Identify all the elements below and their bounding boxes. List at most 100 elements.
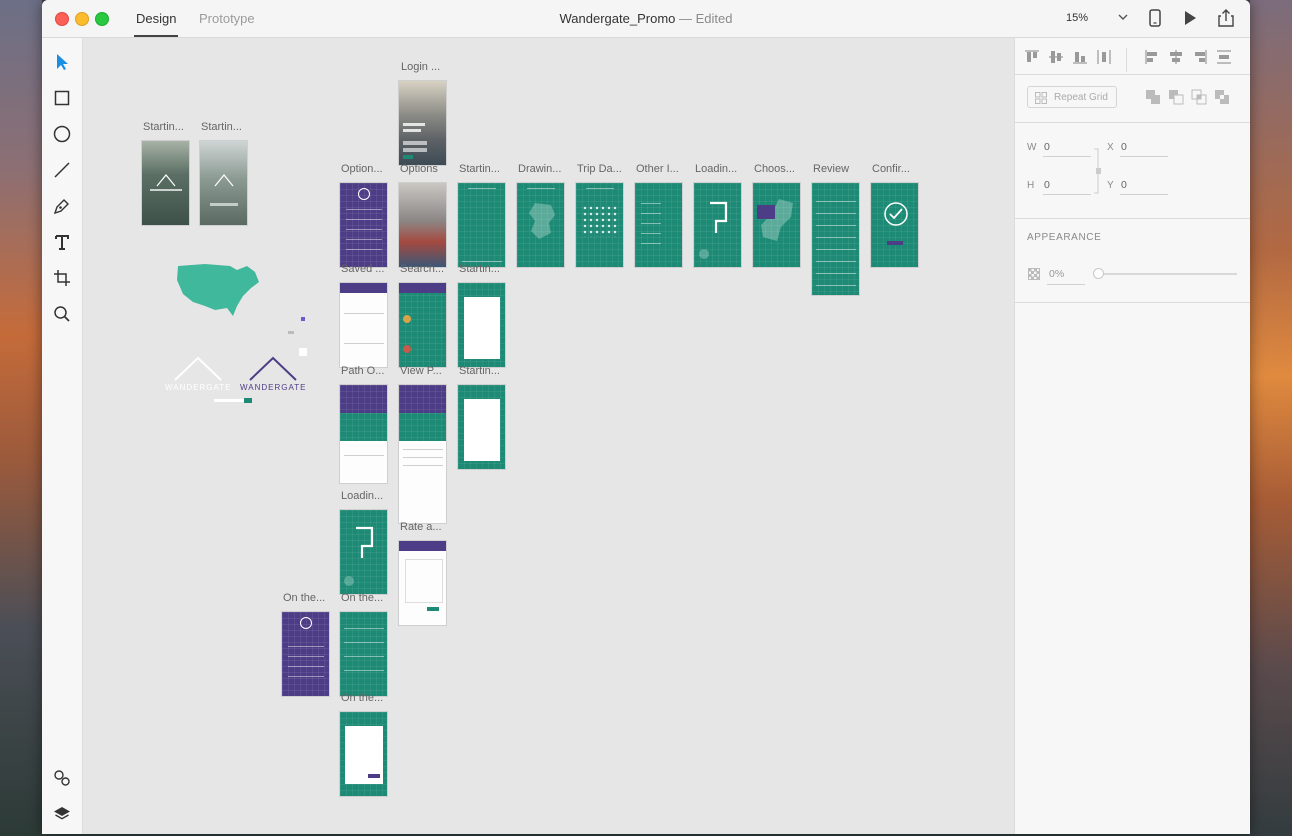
lock-aspect-icon[interactable] [1094,148,1102,199]
artboard-label[interactable]: Rate a... [400,521,442,533]
boolean-subtract-icon[interactable] [1168,89,1184,110]
pen-icon[interactable] [50,194,74,218]
logo-wordmark-purple[interactable]: WANDERGATE [240,383,306,392]
align-top-icon[interactable] [1023,48,1041,71]
x-label: X [1107,142,1114,153]
island-decoration[interactable] [288,331,294,334]
artboard-rate-app[interactable] [398,540,447,626]
opacity-slider[interactable] [1097,273,1237,275]
artboard-starting-list[interactable] [457,282,506,368]
align-bottom-icon[interactable] [1071,48,1089,71]
x-field[interactable]: 0 [1121,141,1127,153]
width-field-underline [1043,156,1091,157]
zoom-level[interactable]: 15% [1066,12,1088,24]
artboard-icon[interactable] [50,266,74,290]
slider-graphic[interactable] [214,399,244,402]
distribute-horizontal-icon[interactable] [1215,48,1233,71]
artboard-on-the-go-menu[interactable] [281,611,330,697]
tool-bar [42,38,83,834]
opacity-field[interactable]: 0% [1049,268,1064,280]
artboard-drawing-path[interactable] [516,182,565,268]
artboard-label[interactable]: Search... [400,263,444,275]
artboard-starting-list-2[interactable] [457,384,506,470]
artboard-starting-photo[interactable] [199,140,248,226]
artboard-label[interactable]: Startin... [201,121,242,133]
boolean-exclude-icon[interactable] [1214,89,1230,110]
artboard-label[interactable]: Option... [341,163,383,175]
y-field[interactable]: 0 [1121,179,1127,191]
symbols-icon[interactable] [50,766,74,790]
artboard-label[interactable]: Startin... [143,121,184,133]
sparkle-decoration[interactable] [301,317,305,321]
opacity-slider-thumb[interactable] [1093,268,1104,279]
artboard-label[interactable]: Login ... [401,61,440,73]
repeat-grid-label: Repeat Grid [1054,92,1108,103]
width-field[interactable]: 0 [1044,141,1050,153]
design-canvas[interactable]: Login ... Startin... Startin... Option..… [83,38,1014,834]
artboard-label[interactable]: View P... [400,365,442,377]
artboard-label[interactable]: Options [400,163,438,175]
share-icon[interactable] [1217,8,1235,33]
height-label: H [1027,180,1035,191]
artboard-label[interactable]: Confir... [872,163,910,175]
logo-wordmark-white[interactable]: WANDERGATE [165,383,231,392]
artboard-label[interactable]: Trip Da... [577,163,622,175]
artboard-login[interactable] [398,80,447,166]
artboard-on-the-go-destinations[interactable] [339,611,388,697]
repeat-grid-button[interactable]: Repeat Grid [1027,86,1117,108]
artboard-label[interactable]: Startin... [459,365,500,377]
boolean-add-icon[interactable] [1145,89,1161,110]
align-right-icon[interactable] [1191,48,1209,71]
play-preview-icon[interactable] [1183,10,1197,31]
boolean-intersect-icon[interactable] [1191,89,1207,110]
artboard-path-overview[interactable] [339,384,388,484]
artboard-confirmation[interactable] [870,182,919,268]
zoom-icon[interactable] [50,302,74,326]
artboard-label[interactable]: Saved ... [341,263,384,275]
align-center-icon[interactable] [1167,48,1185,71]
distribute-vertical-icon[interactable] [1095,48,1113,71]
align-middle-icon[interactable] [1047,48,1065,71]
artboard-loading[interactable] [693,182,742,268]
artboard-label[interactable]: On the... [341,692,383,704]
y-label: Y [1107,180,1114,191]
artboard-label[interactable]: On the... [341,592,383,604]
line-icon[interactable] [50,158,74,182]
artboard-label[interactable]: Startin... [459,263,500,275]
align-left-icon[interactable] [1143,48,1161,71]
house-icon[interactable] [299,348,307,356]
artboard-on-the-go-form[interactable] [339,711,388,797]
artboard-options-menu[interactable] [339,182,388,268]
slider-graphic-knob[interactable] [244,398,252,403]
artboard-label[interactable]: Review [813,163,849,175]
select-icon[interactable] [50,50,74,74]
artboard-label[interactable]: On the... [283,592,325,604]
artboard-label[interactable]: Loadin... [341,490,383,502]
artboard-starting-photo[interactable] [141,140,190,226]
text-icon[interactable] [50,230,74,254]
artboard-other-info[interactable] [634,182,683,268]
document-status: — Edited [679,11,733,26]
artboard-saved-paths[interactable] [339,282,388,368]
artboard-review[interactable] [811,182,860,296]
rectangle-icon[interactable] [50,86,74,110]
artboard-view-path[interactable] [398,384,447,524]
ellipse-icon[interactable] [50,122,74,146]
us-map-graphic[interactable] [175,260,265,318]
layers-icon[interactable] [50,802,74,826]
artboard-label[interactable]: Path O... [341,365,384,377]
artboard-label[interactable]: Loadin... [695,163,737,175]
artboard-label[interactable]: Choos... [754,163,795,175]
chevron-down-icon[interactable] [1117,9,1129,28]
artboard-choose-route[interactable] [752,182,801,268]
artboard-label[interactable]: Startin... [459,163,500,175]
device-preview-icon[interactable] [1148,9,1162,32]
artboard-options-photo[interactable] [398,182,447,268]
artboard-search[interactable] [398,282,447,368]
artboard-starting-trip[interactable] [457,182,506,268]
artboard-label[interactable]: Other I... [636,163,679,175]
artboard-trip-dates[interactable] [575,182,624,268]
artboard-label[interactable]: Drawin... [518,163,561,175]
artboard-loading-2[interactable] [339,509,388,595]
height-field[interactable]: 0 [1044,179,1050,191]
